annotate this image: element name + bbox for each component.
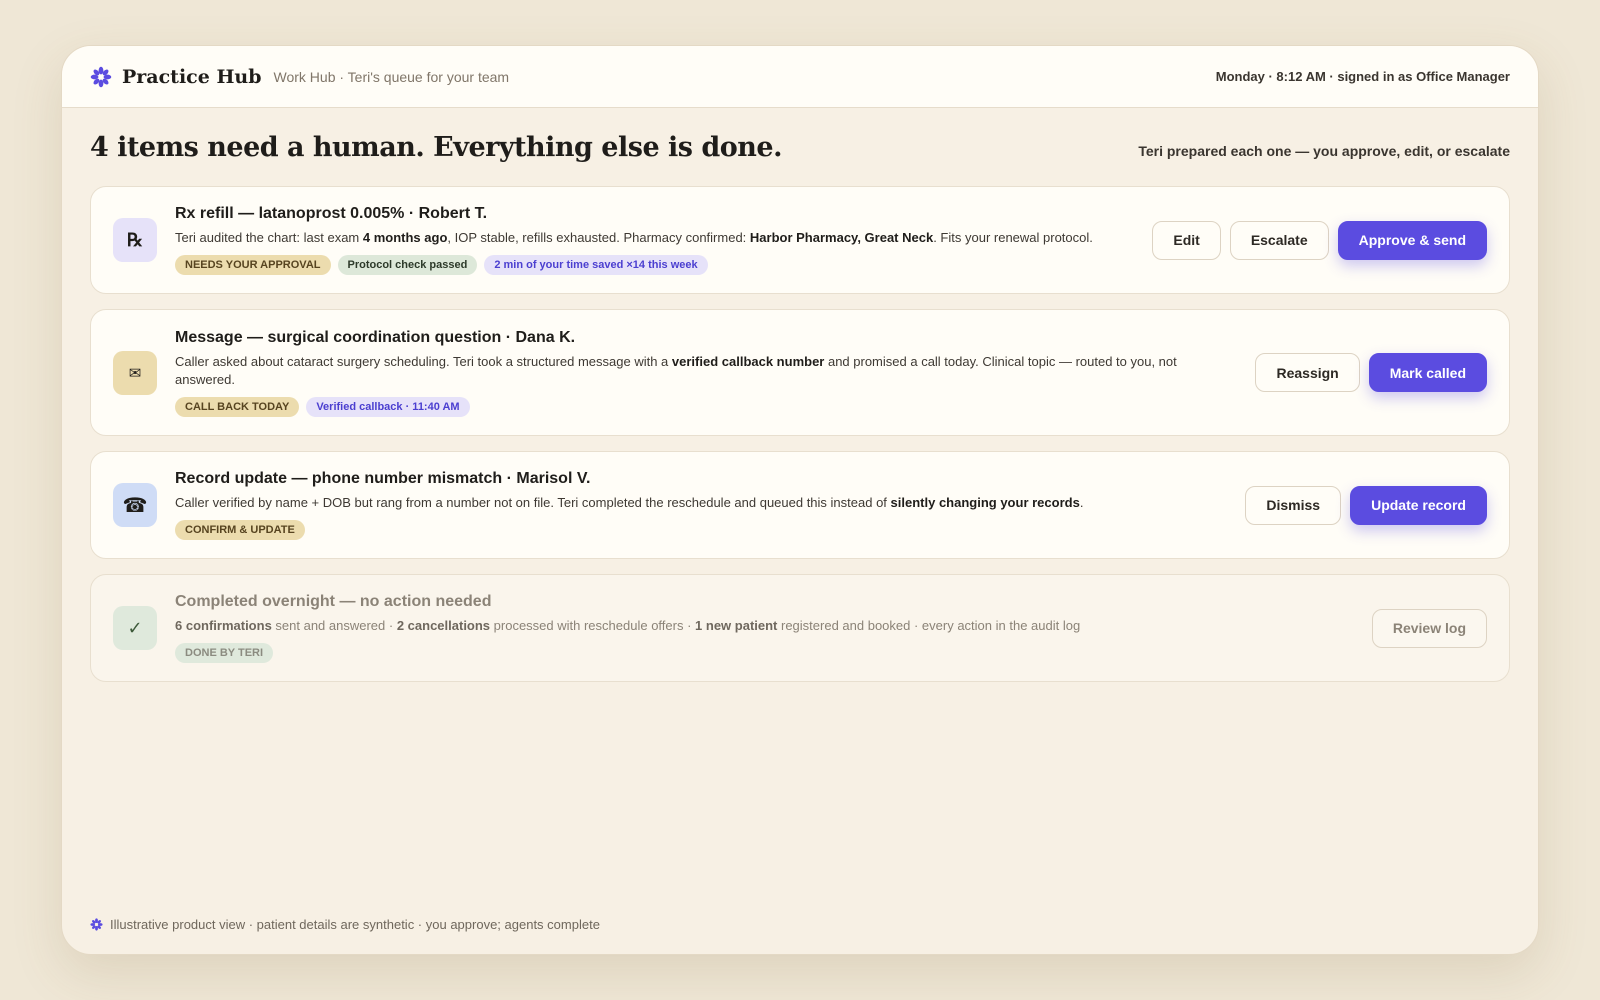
card-body: Completed overnight — no action needed 6… <box>175 593 1352 663</box>
top-bar: Practice Hub Work Hub · Teri's queue for… <box>62 46 1538 108</box>
callback-badge: Verified callback · 11:40 AM <box>306 396 470 417</box>
escalate-button[interactable]: Escalate <box>1229 220 1329 260</box>
approve-send-button[interactable]: Approve & send <box>1337 220 1487 260</box>
desc-emphasis: 1 new patient <box>695 618 778 633</box>
status-badge: Needs your approval <box>175 255 331 275</box>
tag-row: Confirm & update <box>175 520 1225 540</box>
time-saved-badge: 2 min of your time saved ×14 this week <box>484 255 708 275</box>
app-window: Practice Hub Work Hub · Teri's queue for… <box>61 45 1539 955</box>
brand-name: Practice Hub <box>122 65 262 88</box>
headline-row: 4 items need a human. Everything else is… <box>62 108 1538 186</box>
desc-text: Teri audited the chart: last exam <box>175 230 363 245</box>
desc-emphasis: 2 cancellations <box>396 618 491 633</box>
update-record-button[interactable]: Update record <box>1350 485 1487 525</box>
card-body: Rx refill — latanoprost 0.005% · Robert … <box>175 205 1132 275</box>
card-actions: Review log <box>1371 608 1487 648</box>
desc-emphasis: 4 months ago <box>362 230 448 245</box>
desc-emphasis: verified callback number <box>671 353 825 369</box>
desc-text: , IOP stable, refills exhausted. Pharmac… <box>447 230 750 245</box>
status-badge: Done by Teri <box>175 643 274 663</box>
card-body: Message — surgical coordination question… <box>175 329 1235 417</box>
card-description: 6 confirmations sent and answered · 2 ca… <box>175 617 1352 635</box>
card-title: Completed overnight — no action needed <box>175 593 492 610</box>
tag-row: Done by Teri <box>175 643 1352 663</box>
tag-row: Needs your approval Protocol check passe… <box>175 255 1132 275</box>
queue-card-rx-refill: ℞ Rx refill — latanoprost 0.005% · Rober… <box>90 186 1510 294</box>
card-description: Caller asked about cataract surgery sche… <box>175 353 1235 389</box>
card-title: Message — surgical coordination question… <box>175 328 576 346</box>
hub-subtitle: Work Hub · Teri's queue for your team <box>273 68 510 85</box>
dismiss-button[interactable]: Dismiss <box>1245 485 1342 525</box>
mark-called-button[interactable]: Mark called <box>1368 353 1487 392</box>
desc-text: processed with reschedule offers · <box>490 618 696 633</box>
footer-text: Illustrative product view · patient deta… <box>110 917 600 932</box>
queue-list: ℞ Rx refill — latanoprost 0.005% · Rober… <box>62 186 1538 682</box>
phone-icon: ☎ <box>113 483 157 527</box>
desc-emphasis: Harbor Pharmacy, Great Neck <box>749 230 934 245</box>
queue-card-record-update: ☎ Record update — phone number mismatch … <box>90 451 1510 559</box>
status-badge: Confirm & update <box>175 520 305 540</box>
desc-text: sent and answered · <box>271 618 397 633</box>
tag-row: Call back today Verified callback · 11:4… <box>175 396 1235 417</box>
page-title: 4 items need a human. Everything else is… <box>90 132 782 163</box>
review-log-button[interactable]: Review log <box>1371 608 1487 648</box>
desc-text: . Fits your renewal protocol. <box>933 230 1093 245</box>
card-body: Record update — phone number mismatch · … <box>175 470 1225 540</box>
desc-text: . <box>1079 495 1084 510</box>
desc-text: Caller asked about cataract surgery sche… <box>175 353 672 369</box>
logo-icon <box>90 918 103 931</box>
checkmark-icon: ✓ <box>113 606 157 650</box>
page-note: Teri prepared each one — you approve, ed… <box>1138 143 1510 159</box>
queue-card-completed: ✓ Completed overnight — no action needed… <box>90 574 1510 682</box>
card-description: Caller verified by name + DOB but rang f… <box>175 494 1225 512</box>
card-description: Teri audited the chart: last exam 4 mont… <box>175 229 1132 247</box>
logo-icon <box>90 66 112 87</box>
protocol-badge: Protocol check passed <box>337 255 478 275</box>
desc-emphasis: silently changing your records <box>890 495 1080 510</box>
card-title: Record update — phone number mismatch · … <box>175 470 591 487</box>
status-badge: Call back today <box>175 396 300 417</box>
queue-card-message: ✉ Message — surgical coordination questi… <box>90 309 1510 436</box>
desc-text: registered and booked · every action in … <box>777 618 1081 633</box>
desc-text: Caller verified by name + DOB but rang f… <box>175 495 891 510</box>
edit-button[interactable]: Edit <box>1152 220 1221 260</box>
card-actions: Reassign Mark called <box>1255 353 1487 392</box>
rx-icon: ℞ <box>113 218 157 262</box>
session-status: Monday · 8:12 AM · signed in as Office M… <box>1215 69 1510 84</box>
card-title: Rx refill — latanoprost 0.005% · Robert … <box>175 205 488 222</box>
reassign-button[interactable]: Reassign <box>1255 353 1360 392</box>
envelope-icon: ✉ <box>113 350 157 395</box>
desc-emphasis: 6 confirmations <box>175 618 272 633</box>
footer-note: Illustrative product view · patient deta… <box>90 917 600 932</box>
card-actions: Edit Escalate Approve & send <box>1152 220 1487 260</box>
card-actions: Dismiss Update record <box>1245 485 1487 525</box>
